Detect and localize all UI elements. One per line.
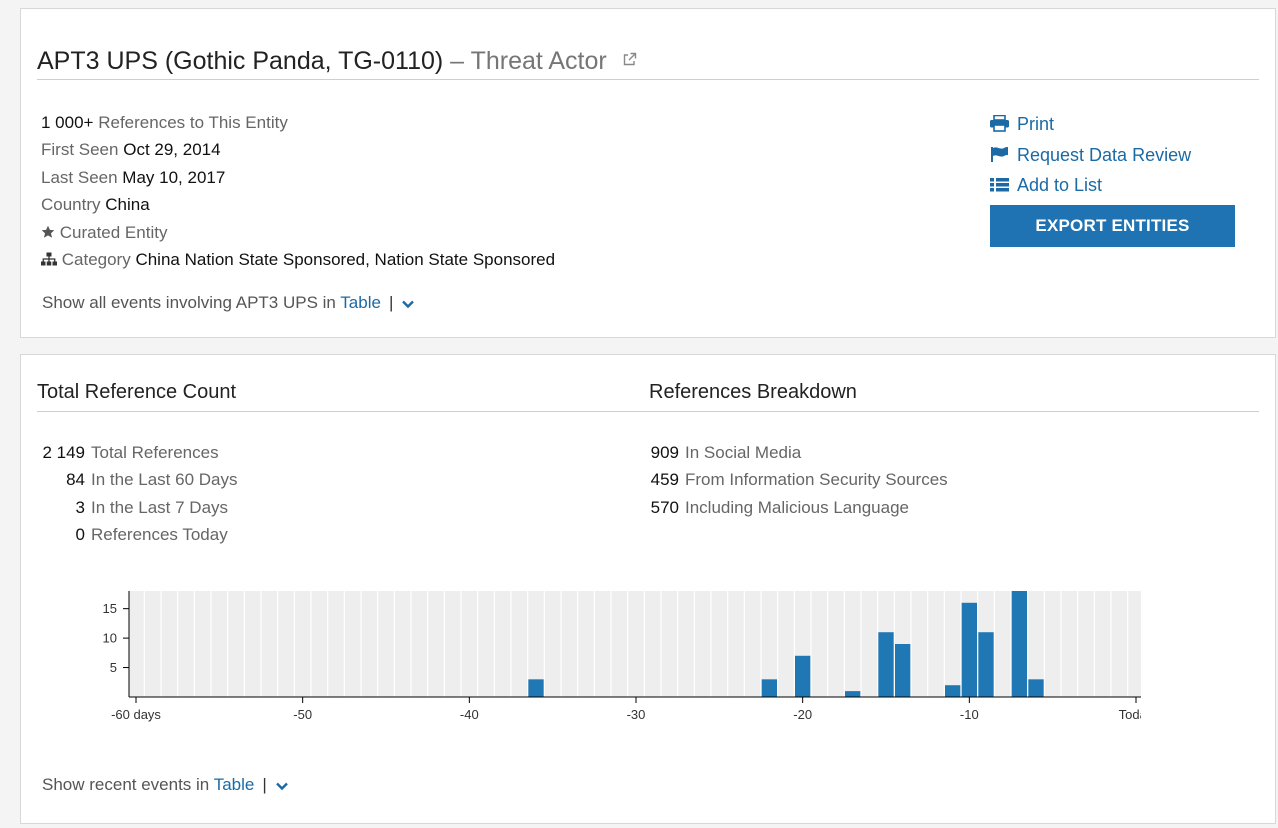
country-label: Country [41,195,101,215]
first-seen-value: Oct 29, 2014 [123,140,221,160]
category-value: China Nation State Sponsored, Nation Sta… [135,250,556,270]
y-tick-label: 5 [110,660,117,675]
reference-timeline-chart: 5 10 15 -60 days -50 -40 -30 -20 -10 Today [103,591,1141,722]
x-tick-label: -40 [460,707,479,722]
stat-label: In the Last 7 Days [91,497,229,517]
list-icon [989,175,1017,195]
entity-type: Threat Actor [470,47,607,75]
entity-panel: APT3 UPS (Gothic Panda, TG-0110) – Threa… [20,8,1276,338]
stat-number: 570 [650,497,679,517]
stat-label: From Information Security Sources [685,470,948,490]
curated-row: Curated Entity [41,219,555,246]
stat-number: 3 [75,497,85,517]
stat-row: 459 From Information Security Sources [649,466,948,493]
total-reference-count-title: Total Reference Count [37,381,237,403]
sitemap-icon [41,250,57,269]
country-value: China [105,195,150,215]
print-link[interactable]: Print [989,109,1191,140]
references-breakdown-title: References Breakdown [649,381,857,403]
chevron-down-icon[interactable] [275,776,289,796]
section-divider [37,411,1259,412]
last-seen-value: May 10, 2017 [122,167,226,187]
x-tick-label: Today [1119,707,1141,722]
chart-bar [895,644,911,697]
chart-bar [961,602,977,697]
x-tick-label: -10 [960,707,979,722]
last-seen-row: Last Seen May 10, 2017 [41,164,555,191]
stat-number: 459 [650,470,679,490]
title-divider [37,79,1259,80]
separator: | [388,293,394,312]
category-label: Category [61,250,131,270]
chart-bar [795,655,811,697]
y-tick-label: 10 [103,631,117,646]
x-tick-label: -50 [293,707,312,722]
curated-label: Curated Entity [59,222,168,242]
print-label: Print [1017,114,1055,134]
stat-label: Including Malicious Language [685,497,909,517]
request-review-label: Request Data Review [1017,144,1192,165]
stat-row: 570 Including Malicious Language [649,494,948,521]
chart-bar [1011,591,1027,697]
x-tick-label: -60 days [111,707,161,722]
x-tick-label: -30 [627,707,646,722]
stat-number: 0 [75,525,85,545]
x-tick-label: -20 [793,707,812,722]
entity-meta: 1 000+ References to This Entity First S… [41,109,555,273]
stat-label: References Today [91,525,228,545]
country-row: Country China [41,191,555,218]
export-entities-button[interactable]: EXPORT ENTITIES [990,205,1235,247]
star-icon [41,223,55,242]
stat-number: 2 149 [42,443,85,462]
stat-row: 909 In Social Media [649,439,948,466]
references-panel: Total Reference Count References Breakdo… [20,354,1276,824]
chart-bar [1028,679,1044,697]
chart-bar [978,632,994,697]
stat-row: 3 In the Last 7 Days [37,494,237,521]
external-link-icon[interactable] [622,45,637,74]
references-breakdown-stats: 909 In Social Media 459 From Information S… [649,439,948,521]
category-row: Category China Nation State Sponsored, N… [41,246,555,273]
separator: | [262,775,267,794]
chart-bar [878,632,894,697]
show-recent-events: Show recent events in Table | [42,775,289,796]
references-count: 1 000+ [41,113,94,132]
chart-bar [528,679,544,697]
references-label: References to This Entity [98,113,288,132]
references-row: 1 000+ References to This Entity [41,109,555,136]
stat-row: 2 149 Total References [37,439,237,466]
entity-actions: Print Request Data Review Add to List [989,109,1191,201]
first-seen-row: First Seen Oct 29, 2014 [41,136,555,163]
stat-label: Total References [91,443,219,462]
entity-name: APT3 UPS (Gothic Panda, TG-0110) [37,47,444,75]
last-seen-label: Last Seen [41,167,118,187]
entity-dash: – [450,47,465,75]
stat-number: 84 [66,470,85,490]
add-to-list-link[interactable]: Add to List [989,170,1191,201]
first-seen-label: First Seen [41,140,119,160]
stat-label: In Social Media [685,443,802,462]
y-tick-label: 15 [103,601,117,616]
stat-row: 0 References Today [37,521,237,548]
total-reference-stats: 2 149 Total References 84 In the Last 60 D… [37,439,237,549]
show-events-text: Show all events involving APT3 UPS in [42,293,336,312]
flag-icon [989,145,1017,165]
show-recent-text: Show recent events in [42,775,210,794]
entity-title: APT3 UPS (Gothic Panda, TG-0110) – Threa… [37,45,637,76]
chart-bar [945,685,961,697]
add-to-list-label: Add to List [1017,175,1103,195]
chart-bar [761,679,777,697]
show-events-table-link[interactable]: Table [340,293,381,312]
request-data-review-link[interactable]: Request Data Review [989,140,1191,171]
show-recent-table-link[interactable]: Table [214,775,255,794]
stat-number: 909 [650,443,679,462]
stat-row: 84 In the Last 60 Days [37,466,237,493]
stat-label: In the Last 60 Days [91,470,238,490]
chart-bar [845,691,861,697]
print-icon [989,114,1017,134]
show-all-events: Show all events involving APT3 UPS in Ta… [42,293,415,314]
chevron-down-icon[interactable] [401,294,415,314]
